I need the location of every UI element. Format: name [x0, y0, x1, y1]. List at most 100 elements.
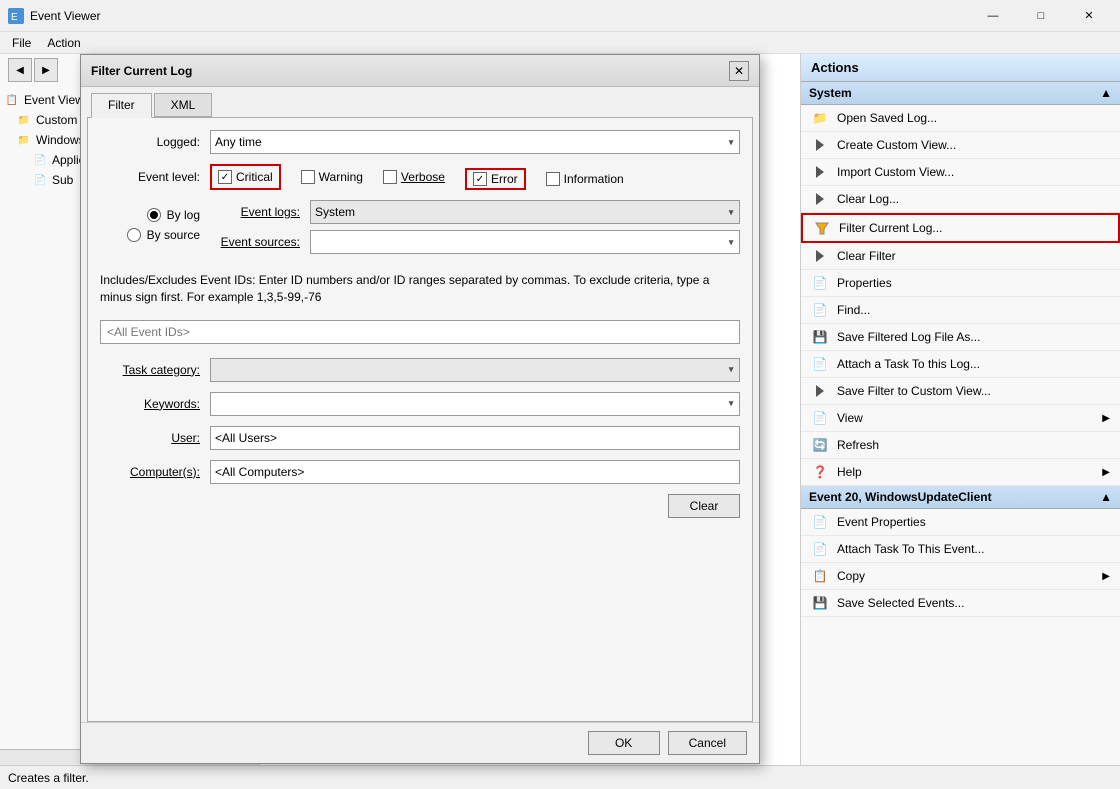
status-bar: Creates a filter.	[0, 765, 1120, 789]
action-view[interactable]: 📄 View ▶	[801, 405, 1120, 432]
copy-icon: 📋	[811, 567, 829, 585]
action-open-saved-log[interactable]: 📁 Open Saved Log...	[801, 105, 1120, 132]
action-find[interactable]: 📄 Find...	[801, 297, 1120, 324]
computer-row: Computer(s): <All Computers>	[100, 460, 740, 484]
actions-section-system[interactable]: System ▲	[801, 82, 1120, 105]
action-clear-log[interactable]: Clear Log...	[801, 186, 1120, 213]
dialog-close-button[interactable]: ✕	[729, 61, 749, 81]
task-category-dropdown[interactable]: ▼	[210, 358, 740, 382]
computer-input[interactable]: <All Computers>	[210, 460, 740, 484]
event-sources-dropdown[interactable]: ▼	[310, 230, 740, 254]
ok-button[interactable]: OK	[588, 731, 660, 755]
checkbox-verbose-label: Verbose	[401, 170, 445, 184]
radio-by-log-label: By log	[167, 208, 200, 222]
logged-dropdown[interactable]: Any time ▼	[210, 130, 740, 154]
action-attach-task-event[interactable]: 📄 Attach Task To This Event...	[801, 536, 1120, 563]
log-source-fields: Event logs: System ▼ Event sources: ▼	[210, 200, 740, 264]
radio-group: By log By source	[100, 200, 210, 264]
save-filtered-log-icon: 💾	[811, 328, 829, 346]
action-refresh[interactable]: 🔄 Refresh	[801, 432, 1120, 459]
tab-filter[interactable]: Filter	[91, 93, 152, 118]
action-attach-task-log[interactable]: 📄 Attach a Task To this Log...	[801, 351, 1120, 378]
checkbox-information[interactable]: Information	[546, 168, 624, 190]
actions-section-event[interactable]: Event 20, WindowsUpdateClient ▲	[801, 486, 1120, 509]
help-arrow-icon: ▶	[1102, 467, 1110, 478]
action-help-label: Help	[837, 465, 862, 479]
action-copy[interactable]: 📋 Copy ▶	[801, 563, 1120, 590]
event-logs-dropdown-arrow: ▼	[727, 208, 735, 217]
action-properties[interactable]: 📄 Properties	[801, 270, 1120, 297]
close-button[interactable]: ✕	[1066, 2, 1112, 30]
checkbox-critical-box	[218, 170, 232, 184]
tree-icon-sub: 📄	[32, 172, 48, 188]
task-category-label: Task category:	[100, 363, 210, 377]
app-icon: E	[8, 8, 24, 24]
checkbox-error-label: Error	[491, 172, 518, 186]
radio-by-source-label: By source	[147, 228, 200, 242]
clear-button[interactable]: Clear	[668, 494, 740, 518]
actions-section-system-collapse-icon: ▲	[1100, 86, 1112, 100]
event-level-checkboxes: Critical Warning Verbose Error	[210, 164, 624, 190]
action-clear-filter[interactable]: Clear Filter	[801, 243, 1120, 270]
event-logs-label: Event logs:	[210, 205, 310, 219]
checkbox-warning-box	[301, 170, 315, 184]
action-find-label: Find...	[837, 303, 870, 317]
info-text: Includes/Excludes Event IDs: Enter ID nu…	[100, 272, 740, 306]
checkbox-verbose[interactable]: Verbose	[383, 164, 445, 190]
event-ids-input[interactable]	[100, 320, 740, 344]
event-level-row: Event level: Critical Warning Verbose	[100, 164, 740, 190]
logged-dropdown-arrow: ▼	[727, 138, 735, 147]
maximize-button[interactable]: □	[1018, 2, 1064, 30]
user-input[interactable]: <All Users>	[210, 426, 740, 450]
radio-by-source[interactable]: By source	[127, 228, 200, 242]
minimize-button[interactable]: —	[970, 2, 1016, 30]
tab-content: Logged: Any time ▼ Event level: Critical…	[87, 117, 753, 722]
event-logs-value: System	[315, 205, 355, 219]
cancel-button[interactable]: Cancel	[668, 731, 747, 755]
action-refresh-label: Refresh	[837, 438, 879, 452]
forward-button[interactable]: ▶	[34, 58, 58, 82]
event-sources-dropdown-arrow: ▼	[727, 238, 735, 247]
tree-label-sub: Sub	[52, 173, 73, 187]
checkbox-critical[interactable]: Critical	[210, 164, 281, 190]
logged-row: Logged: Any time ▼	[100, 130, 740, 154]
create-custom-view-icon	[811, 136, 829, 154]
action-save-filter-custom-view[interactable]: Save Filter to Custom View...	[801, 378, 1120, 405]
action-view-label: View	[837, 411, 863, 425]
action-attach-task-log-label: Attach a Task To this Log...	[837, 357, 980, 371]
menu-action[interactable]: Action	[39, 34, 88, 52]
tree-icon-custom-views: 📁	[16, 112, 32, 128]
action-filter-current-log[interactable]: Filter Current Log...	[801, 213, 1120, 243]
action-help[interactable]: ❓ Help ▶	[801, 459, 1120, 486]
menu-file[interactable]: File	[4, 34, 39, 52]
computer-value: <All Computers>	[215, 465, 304, 479]
window-title: Event Viewer	[30, 9, 970, 23]
keywords-dropdown[interactable]: ▼	[210, 392, 740, 416]
action-import-custom-view[interactable]: Import Custom View...	[801, 159, 1120, 186]
action-create-custom-view-label: Create Custom View...	[837, 138, 956, 152]
menu-bar: File Action	[0, 32, 1120, 54]
action-clear-log-label: Clear Log...	[837, 192, 899, 206]
user-row: User: <All Users>	[100, 426, 740, 450]
checkbox-error[interactable]: Error	[465, 168, 526, 190]
checkbox-warning[interactable]: Warning	[301, 164, 363, 190]
back-button[interactable]: ◀	[8, 58, 32, 82]
action-save-filtered-log[interactable]: 💾 Save Filtered Log File As...	[801, 324, 1120, 351]
radio-by-source-btn	[127, 228, 141, 242]
action-event-properties[interactable]: 📄 Event Properties	[801, 509, 1120, 536]
checkbox-error-box	[473, 172, 487, 186]
action-import-custom-view-label: Import Custom View...	[837, 165, 954, 179]
copy-arrow-icon: ▶	[1102, 571, 1110, 582]
actions-panel: Actions System ▲ 📁 Open Saved Log... Cre…	[800, 54, 1120, 765]
tab-xml[interactable]: XML	[154, 93, 213, 117]
checkbox-warning-label: Warning	[319, 170, 363, 184]
view-arrow-icon: ▶	[1102, 413, 1110, 424]
keywords-row: Keywords: ▼	[100, 392, 740, 416]
find-icon: 📄	[811, 301, 829, 319]
filter-dialog: Filter Current Log ✕ Filter XML Logged: …	[80, 54, 760, 764]
event-logs-dropdown[interactable]: System ▼	[310, 200, 740, 224]
radio-by-log[interactable]: By log	[147, 208, 200, 222]
action-filter-current-log-label: Filter Current Log...	[839, 221, 942, 235]
action-save-selected-events[interactable]: 💾 Save Selected Events...	[801, 590, 1120, 617]
action-create-custom-view[interactable]: Create Custom View...	[801, 132, 1120, 159]
